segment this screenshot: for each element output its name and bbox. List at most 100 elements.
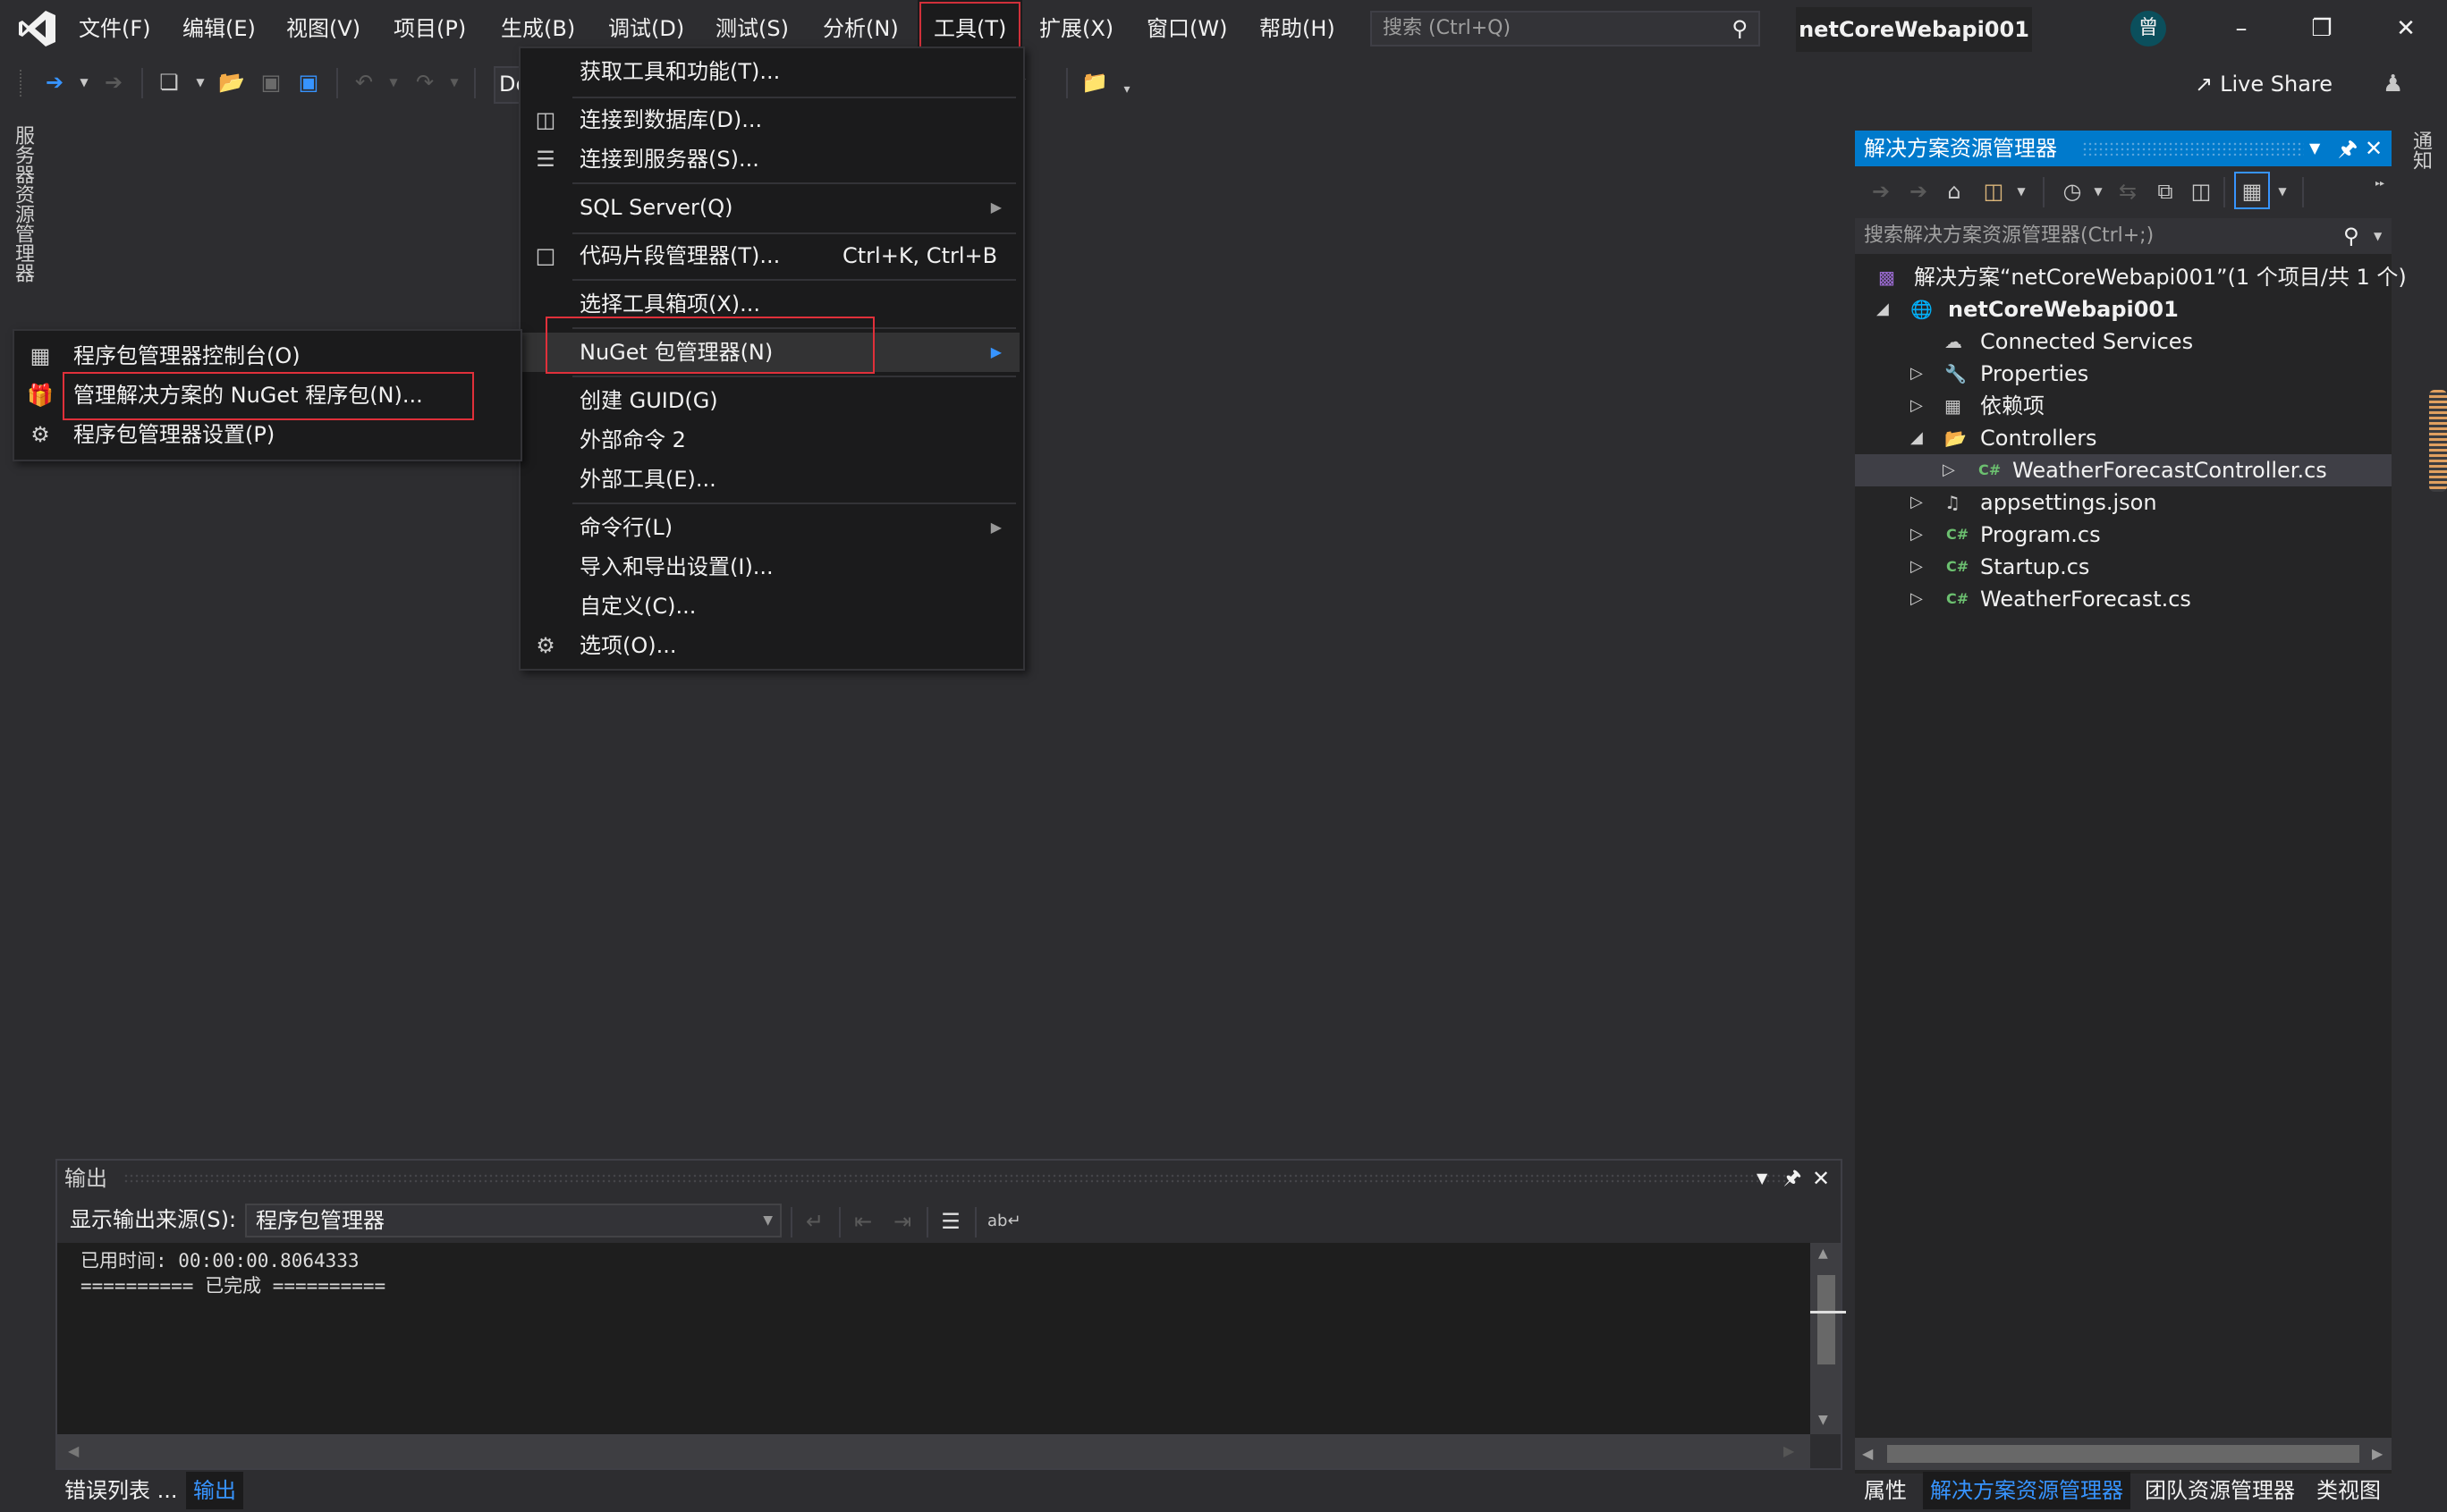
search-options-dropdown-icon[interactable]: ▼ [2374,218,2382,254]
expanded-arrow-icon[interactable]: ◢ [1876,293,1889,325]
drag-grip[interactable] [123,1173,1796,1184]
live-share-button[interactable]: ↗ Live Share [2195,66,2333,102]
back-icon[interactable]: ➔ [1867,173,1894,209]
server-explorer-tab[interactable]: 服务器资源管理器 [11,125,34,283]
tab-error-list[interactable]: 错误列表 ... [57,1472,185,1509]
diagnostics-indicator[interactable] [2429,390,2447,492]
tab-output[interactable]: 输出 [186,1472,243,1509]
forward-icon[interactable]: ➔ [100,64,127,100]
pin-icon[interactable]: 🖈 [1783,1161,1801,1196]
save-all-icon[interactable]: ▣ [295,64,322,100]
collapsed-arrow-icon[interactable]: ▷ [1910,551,1923,583]
find-message-in-code-icon[interactable]: ↵ [801,1204,828,1239]
tree-item-startup[interactable]: ▷ C# Startup.cs [1855,551,2392,583]
pending-changes-icon[interactable]: ◷ [2059,173,2086,209]
window-position-dropdown-icon[interactable]: ▼ [1757,1161,1767,1196]
search-icon[interactable]: ⚲ [1732,16,1748,41]
tree-item-solution[interactable]: ▩ 解决方案“netCoreWebapi001”(1 个项目/共 1 个) [1855,261,2407,293]
output-horizontal-scrollbar[interactable]: ◀ ▶ [57,1434,1810,1468]
find-in-files-icon[interactable]: 📁 [1080,64,1109,100]
back-icon[interactable]: ➔ [41,64,68,100]
scroll-right-icon[interactable]: ▶ [2372,1438,2383,1470]
redo-dropdown-icon[interactable]: ▼ [447,64,461,100]
tab-properties[interactable]: 属性 [1857,1472,1914,1509]
undo-dropdown-icon[interactable]: ▼ [386,64,401,100]
submenu-item-package-manager-console[interactable]: ▦ 程序包管理器控制台(O) [14,336,517,376]
home-icon[interactable]: ⌂ [1941,173,1968,209]
output-vertical-scrollbar[interactable]: ▲ ▼ [1810,1243,1846,1434]
scroll-up-icon[interactable]: ▲ [1818,1246,1828,1261]
menu-item-get-tools[interactable]: 获取工具和功能(T)... [521,52,1020,91]
menu-item-options[interactable]: ⚙ 选项(O)... [521,626,1020,665]
minimize-button[interactable]: – [2206,0,2277,57]
collapsed-arrow-icon[interactable]: ▷ [1910,358,1923,390]
menu-item-code-snippets[interactable]: □ 代码片段管理器(T)... Ctrl+K, Ctrl+B [521,236,1020,275]
menu-window[interactable]: 窗口(W) [1138,0,1236,57]
close-panel-icon[interactable]: ✕ [1812,1161,1830,1196]
menu-item-connect-server[interactable]: ☰ 连接到服务器(S)... [521,139,1020,179]
output-text-area[interactable]: 已用时间: 00:00:00.8064333 ========== 已完成 ==… [57,1243,1810,1434]
menu-item-create-guid[interactable]: 创建 GUID(G) [521,381,1020,420]
previous-message-icon[interactable]: ⇤ [850,1204,876,1239]
visual-studio-logo-icon[interactable] [18,9,57,48]
close-button[interactable]: ✕ [2370,0,2442,57]
pending-changes-dropdown-icon[interactable]: ▼ [2091,173,2105,209]
user-avatar[interactable]: 曾 [2130,11,2166,46]
back-dropdown-icon[interactable]: ▼ [77,64,91,100]
menu-view[interactable]: 视图(V) [277,0,369,57]
pin-icon[interactable]: 🖈 [2338,131,2358,166]
menu-item-connect-database[interactable]: ◫ 连接到数据库(D)... [521,100,1020,139]
window-position-dropdown-icon[interactable]: ▼ [2309,131,2320,166]
drag-grip[interactable] [2082,141,2304,156]
redo-icon[interactable]: ↷ [411,64,438,100]
tree-item-weatherforecastcontroller[interactable]: ▷ C# WeatherForecastController.cs [1855,454,2392,486]
menu-edit[interactable]: 编辑(E) [174,0,265,57]
switch-views-dropdown-icon[interactable]: ▼ [2014,173,2028,209]
menu-item-command-line[interactable]: 命令行(L) ▶ [521,508,1020,547]
tree-item-connected-services[interactable]: ☁ Connected Services [1855,325,2392,358]
restore-button[interactable]: ❐ [2286,0,2358,57]
scrollbar-thumb[interactable] [1817,1275,1835,1364]
tree-item-program[interactable]: ▷ C# Program.cs [1855,519,2392,551]
scroll-right-icon[interactable]: ▶ [1783,1434,1794,1468]
menu-item-customize[interactable]: 自定义(C)... [521,587,1020,626]
word-wrap-icon[interactable]: ab↵ [987,1204,1021,1239]
tree-item-appsettings[interactable]: ▷ ♫ appsettings.json [1855,486,2392,519]
tree-item-properties[interactable]: ▷ 🔧 Properties [1855,358,2392,390]
tab-team-explorer[interactable]: 团队资源管理器 [2138,1472,2302,1509]
collapsed-arrow-icon[interactable]: ▷ [1910,486,1923,519]
menu-item-external-command-2[interactable]: 外部命令 2 [521,420,1020,460]
collapsed-arrow-icon[interactable]: ▷ [1910,519,1923,551]
switch-views-icon[interactable]: ◫ [1978,173,2009,209]
preview-selected-items-icon[interactable]: ▦ [2234,172,2270,209]
new-project-dropdown-icon[interactable]: ▼ [193,64,207,100]
toolbar-overflow-icon[interactable]: ▸▸ [2374,166,2386,202]
collapsed-arrow-icon[interactable]: ▷ [1910,583,1923,615]
toolbar-overflow-icon[interactable]: ▾ [1120,72,1134,107]
scrollbar-thumb[interactable] [1887,1445,2359,1463]
menu-item-external-tools[interactable]: 外部工具(E)... [521,460,1020,499]
expanded-arrow-icon[interactable]: ◢ [1910,422,1923,454]
menu-extensions[interactable]: 扩展(X) [1030,0,1122,57]
solution-explorer-horizontal-scrollbar[interactable]: ◀ ▶ [1855,1438,2392,1470]
tab-class-view[interactable]: 类视图 [2309,1472,2388,1509]
menu-project[interactable]: 项目(P) [385,0,475,57]
menu-file[interactable]: 文件(F) [70,0,160,57]
show-all-files-icon[interactable]: ◫ [2188,173,2214,209]
quick-launch-search[interactable]: 搜索 (Ctrl+Q) ⚲ [1370,11,1760,46]
open-folder-icon[interactable]: 📂 [218,64,245,100]
tree-item-project[interactable]: ◢ 🌐 netCoreWebapi001 [1855,293,2392,325]
scroll-down-icon[interactable]: ▼ [1818,1413,1828,1427]
solution-explorer-header[interactable]: 解决方案资源管理器 ▼ 🖈 ✕ [1855,131,2392,166]
tree-item-controllers[interactable]: ◢ 📂 Controllers [1855,422,2392,454]
collapse-all-icon[interactable]: ⧉ [2152,173,2179,209]
save-icon[interactable]: ▣ [258,64,284,100]
toolbar-grip[interactable] [20,70,25,97]
notifications-tab[interactable]: 通知 [2408,131,2434,170]
menu-item-import-export-settings[interactable]: 导入和导出设置(I)... [521,547,1020,587]
sync-icon[interactable]: ⇆ [2114,173,2141,209]
search-icon[interactable]: ⚲ [2343,218,2359,254]
tree-item-weatherforecast[interactable]: ▷ C# WeatherForecast.cs [1855,583,2392,615]
tab-solution-explorer[interactable]: 解决方案资源管理器 [1923,1472,2130,1509]
new-project-icon[interactable]: ❏ [156,64,182,100]
